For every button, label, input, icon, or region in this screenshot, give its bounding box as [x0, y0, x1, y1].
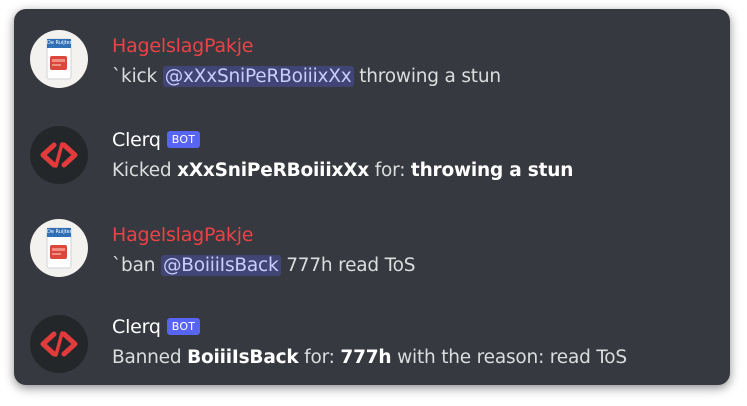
avatar-brand-text: De Ruijter: [47, 229, 71, 235]
user-mention[interactable]: @BoiiiIsBack: [160, 255, 281, 276]
message-content: `kick @xXxSniPeRBoiiixXx throwing a stun: [112, 64, 501, 90]
bot-badge: BOT: [166, 318, 201, 335]
target-user: BoiiiIsBack: [187, 347, 299, 368]
for-label: for:: [304, 347, 335, 368]
message-content: `ban @BoiiiIsBack 777h read ToS: [112, 253, 415, 279]
hagelslag-box-icon: [46, 227, 72, 269]
code-brackets-icon: [40, 142, 78, 168]
command-text: `kick: [112, 66, 157, 87]
command-text: `ban: [112, 255, 156, 276]
username: Clerq BOT: [112, 315, 201, 339]
action-text: Banned: [112, 347, 182, 368]
username[interactable]: HagelslagPakje: [112, 34, 253, 58]
bot-badge: BOT: [166, 131, 201, 148]
bot-avatar[interactable]: [30, 315, 88, 373]
target-user: xXxSniPeRBoiiixXx: [177, 160, 369, 181]
reason-text: throwing a stun: [410, 160, 574, 181]
user-avatar[interactable]: De Ruijter: [30, 219, 88, 277]
bot-name[interactable]: Clerq: [112, 316, 161, 338]
user-avatar[interactable]: De Ruijter: [30, 30, 88, 88]
message-content: Kicked xXxSniPeRBoiiixXx for: throwing a…: [112, 158, 573, 184]
for-label: for:: [374, 160, 406, 181]
command-args: throwing a stun: [359, 66, 501, 87]
action-text: Kicked: [112, 160, 172, 181]
reason-label: with the reason:: [397, 347, 545, 368]
username: Clerq BOT: [112, 128, 201, 152]
hagelslag-box-icon: [46, 38, 72, 80]
chat-panel: De Ruijter HagelslagPakje `kick @xXxSniP…: [14, 9, 730, 385]
bot-name[interactable]: Clerq: [112, 129, 161, 151]
user-mention[interactable]: @xXxSniPeRBoiiixXx: [162, 66, 354, 87]
command-args: 777h read ToS: [286, 255, 416, 276]
duration-text: 777h: [340, 347, 392, 368]
code-brackets-icon: [40, 331, 78, 357]
avatar-brand-text: De Ruijter: [47, 40, 71, 46]
message-content: Banned BoiiiIsBack for: 777h with the re…: [112, 345, 627, 371]
bot-avatar[interactable]: [30, 126, 88, 184]
reason-text: read ToS: [549, 347, 627, 368]
username[interactable]: HagelslagPakje: [112, 223, 253, 247]
